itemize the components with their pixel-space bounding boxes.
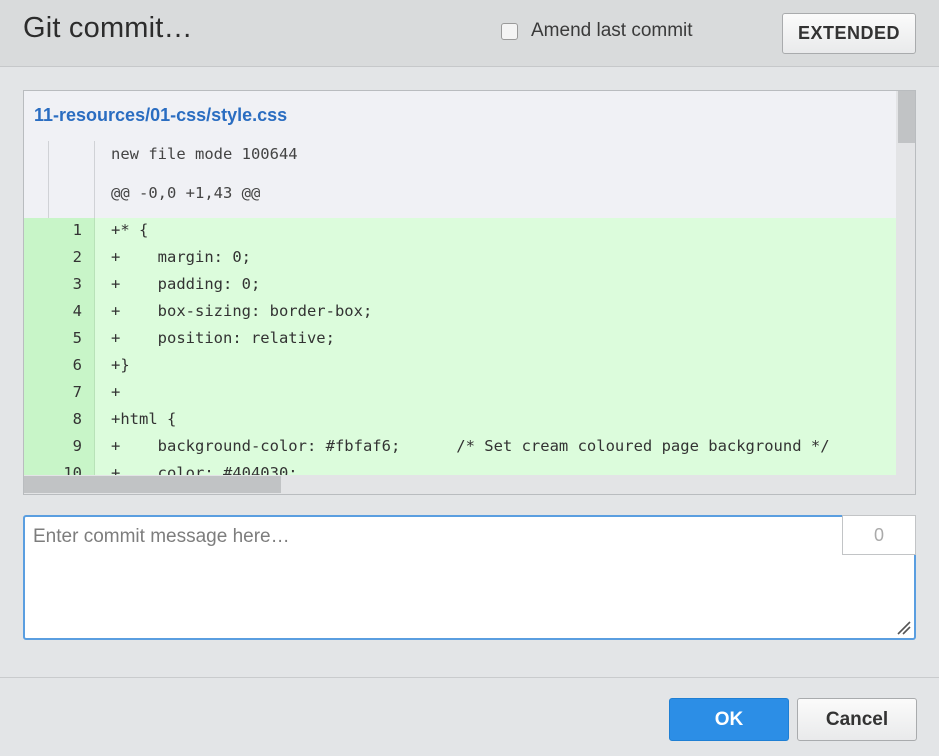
line-code: +html { xyxy=(111,410,177,428)
line-number: 1 xyxy=(72,221,82,239)
vertical-scroll-thumb[interactable] xyxy=(898,91,915,143)
diff-line: 6 +} xyxy=(24,353,897,380)
diff-file-path[interactable]: 11-resources/01-css/style.css xyxy=(34,105,287,126)
line-code: +} xyxy=(111,356,130,374)
line-number: 4 xyxy=(72,302,82,320)
diff-line: 4 + box-sizing: border-box; xyxy=(24,299,897,326)
amend-checkbox[interactable] xyxy=(501,22,518,40)
line-code: + box-sizing: border-box; xyxy=(111,302,373,320)
diff-line: 9 + background-color: #fbfaf6; /* Set cr… xyxy=(24,434,897,461)
footer-divider xyxy=(0,677,939,678)
dialog-title: Git commit… xyxy=(23,12,193,44)
git-commit-dialog: Git commit… Amend last commit EXTENDED 1… xyxy=(0,0,939,756)
amend-last-commit-option[interactable]: Amend last commit xyxy=(501,20,693,42)
line-code: + margin: 0; xyxy=(111,248,251,266)
cancel-button[interactable]: Cancel xyxy=(797,698,917,741)
line-number: 6 xyxy=(72,356,82,374)
diff-line: 8 +html { xyxy=(24,407,897,434)
diff-line: 5 + position: relative; xyxy=(24,326,897,353)
horizontal-scrollbar[interactable] xyxy=(24,475,915,494)
line-code: + xyxy=(111,383,121,401)
diff-hunk-header: @@ -0,0 +1,43 @@ xyxy=(111,184,261,202)
horizontal-scroll-thumb[interactable] xyxy=(24,476,281,493)
dialog-header: Git commit… Amend last commit EXTENDED xyxy=(0,0,939,67)
line-number: 10 xyxy=(63,464,82,475)
line-code: + color: #404030; xyxy=(111,464,298,475)
amend-label: Amend last commit xyxy=(531,20,693,41)
line-number: 9 xyxy=(72,437,82,455)
line-number: 7 xyxy=(72,383,82,401)
diff-line: 2 + margin: 0; xyxy=(24,245,897,272)
resize-grip-icon[interactable] xyxy=(892,616,912,636)
character-count: 0 xyxy=(842,515,916,555)
commit-message-box: 0 xyxy=(23,515,916,640)
diff-added-lines: 1 +* { 2 + margin: 0; 3 + padding: 0; 4 … xyxy=(24,218,897,475)
line-code: + position: relative; xyxy=(111,329,335,347)
diff-meta-line: new file mode 100644 xyxy=(111,145,298,163)
line-number: 2 xyxy=(72,248,82,266)
diff-line: 7 + xyxy=(24,380,897,407)
line-code: + padding: 0; xyxy=(111,275,261,293)
diff-line: 10 + color: #404030; xyxy=(24,461,897,475)
line-code: + background-color: #fbfaf6; /* Set crea… xyxy=(111,437,830,455)
vertical-scrollbar[interactable] xyxy=(896,91,915,475)
extended-button[interactable]: EXTENDED xyxy=(782,13,916,54)
diff-viewer[interactable]: 11-resources/01-css/style.css new file m… xyxy=(23,90,916,495)
line-number: 5 xyxy=(72,329,82,347)
line-number: 8 xyxy=(72,410,82,428)
line-number: 3 xyxy=(72,275,82,293)
line-code: +* { xyxy=(111,221,149,239)
commit-message-input[interactable] xyxy=(25,517,840,638)
ok-button[interactable]: OK xyxy=(669,698,789,741)
diff-line: 1 +* { xyxy=(24,218,897,245)
diff-line: 3 + padding: 0; xyxy=(24,272,897,299)
